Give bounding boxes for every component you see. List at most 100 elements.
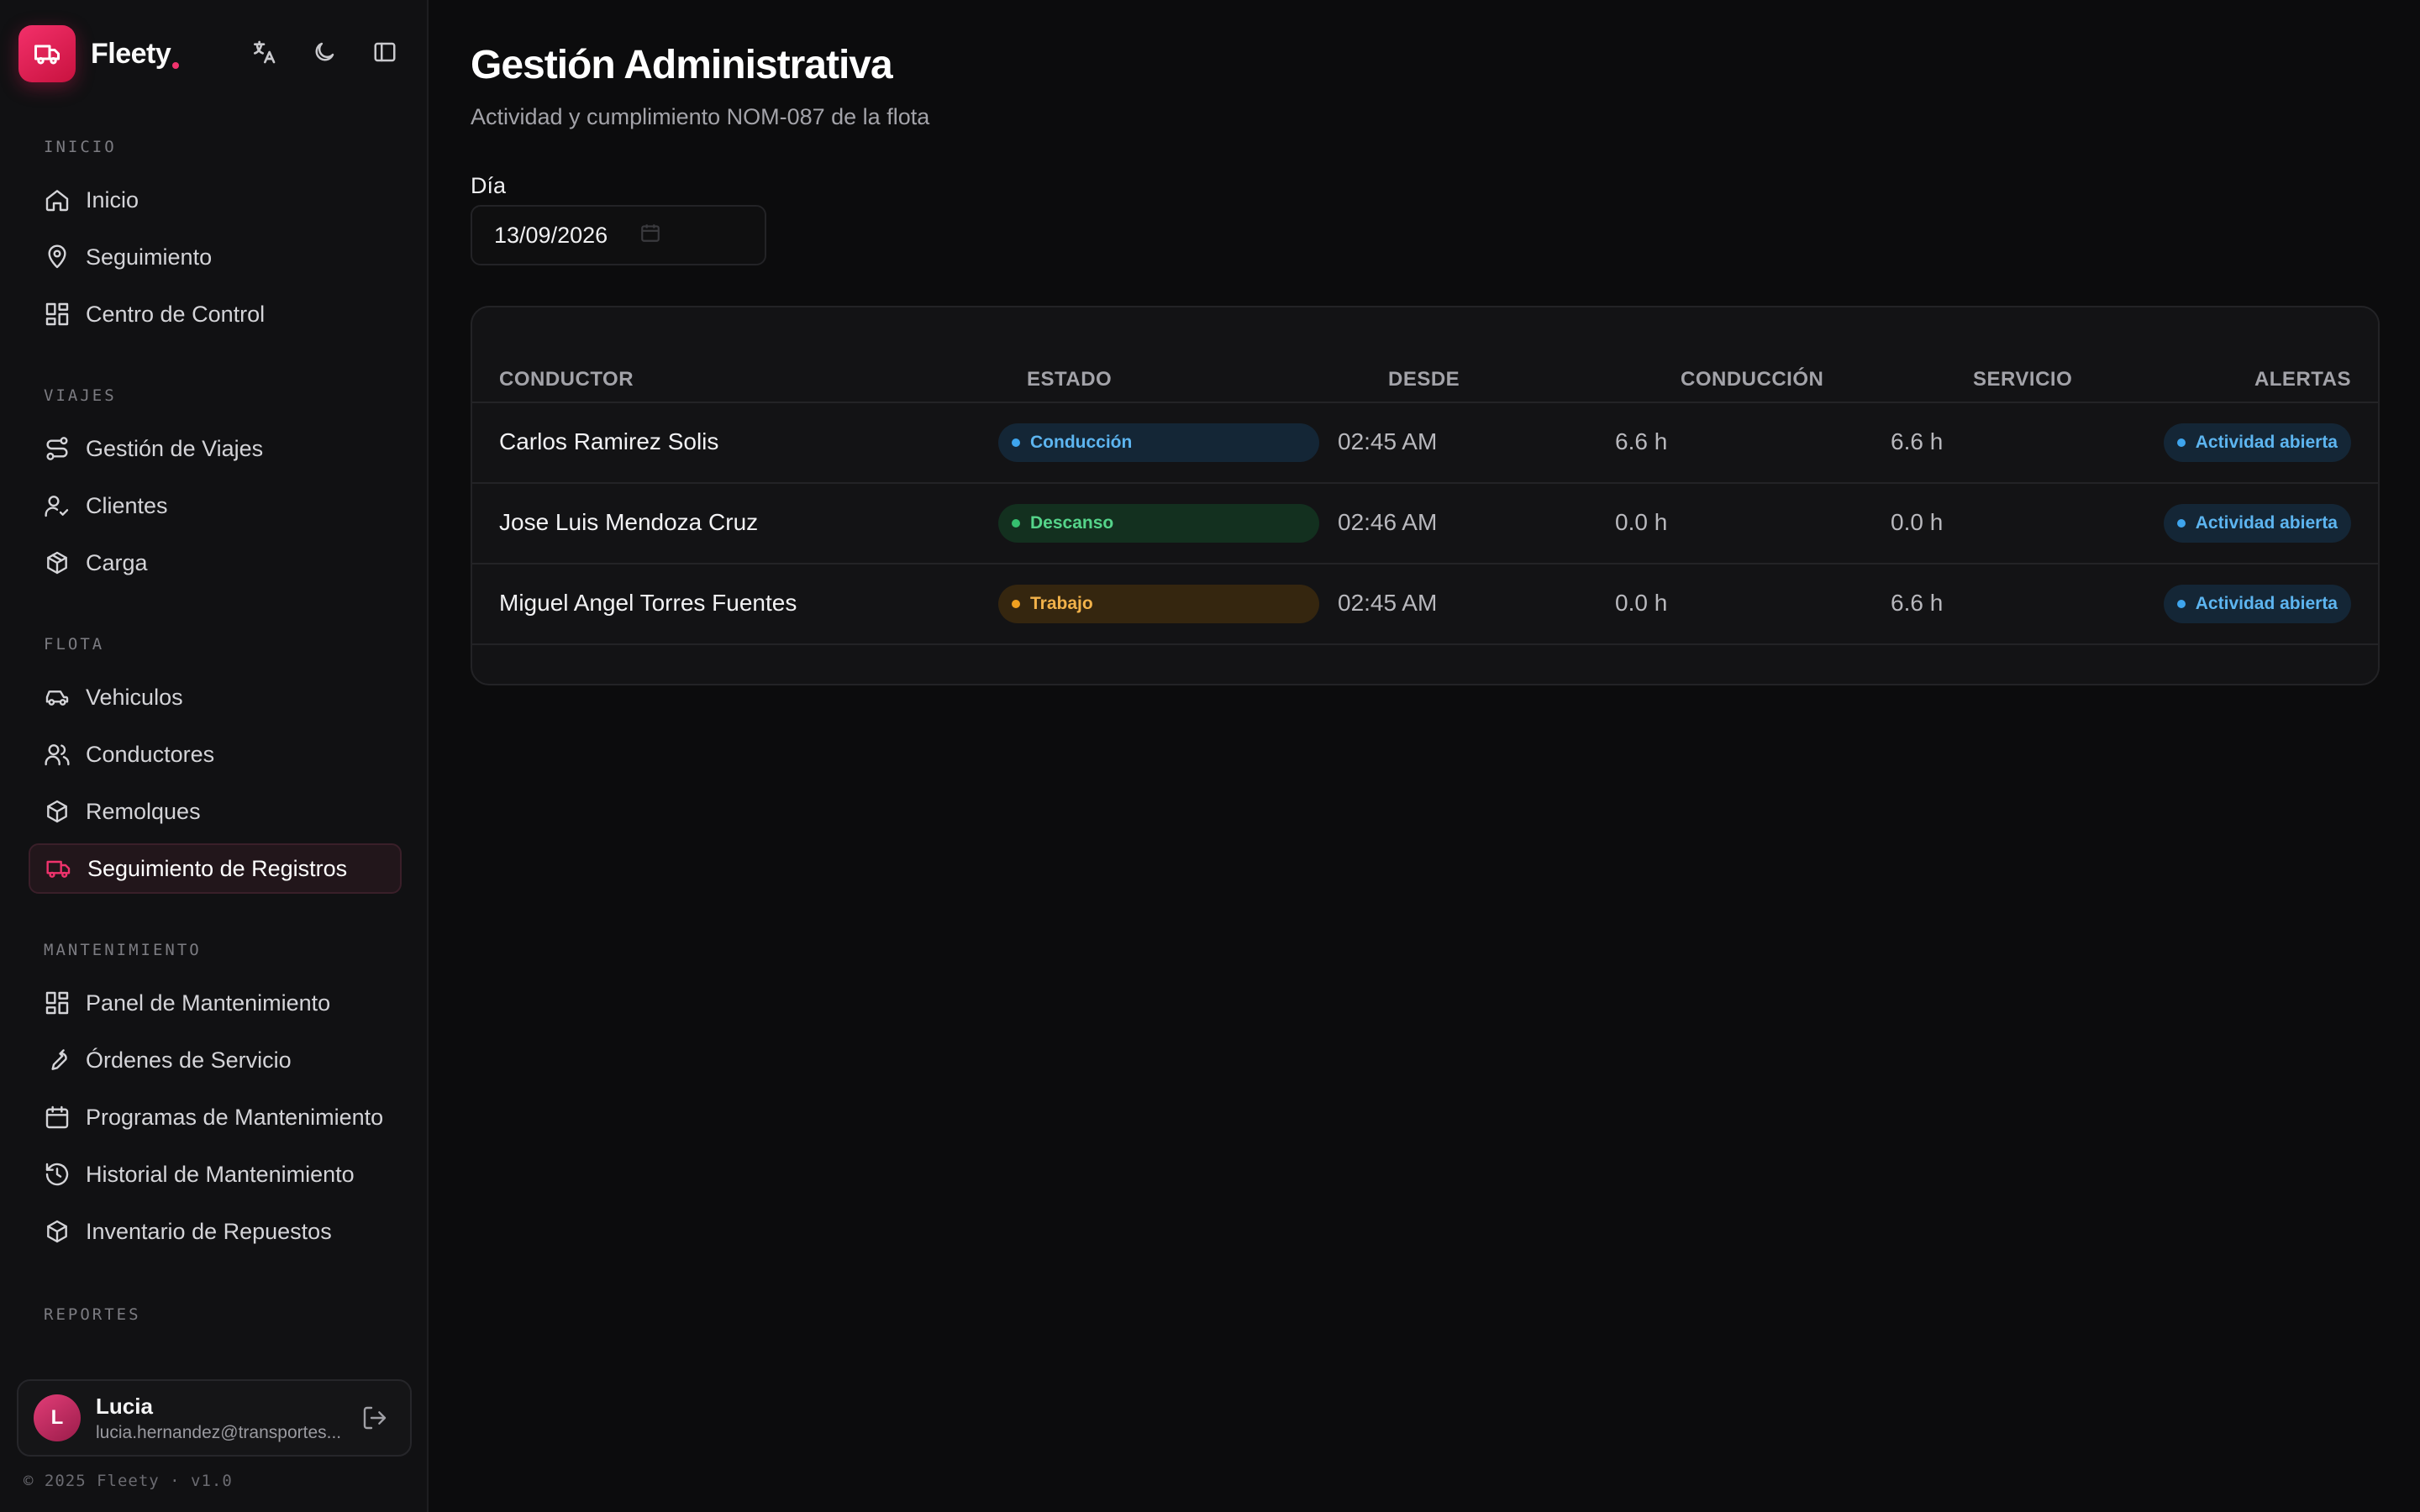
column-header-conduccion: CONDUCCIÓN	[1681, 368, 1824, 391]
box-icon	[47, 800, 67, 823]
sidebar-item-remolques[interactable]: Remolques	[29, 786, 402, 837]
sidebar-item-conductores[interactable]: Conductores	[29, 729, 402, 780]
date-input[interactable]: 13/09/2026	[471, 205, 766, 265]
wrench-icon	[51, 1049, 67, 1070]
table-row[interactable]: Miguel Angel Torres Fuentes Trabajo 02:4…	[472, 564, 2378, 645]
column-header-desde: DESDE	[1388, 368, 1460, 391]
sidebar-item-label: Inicio	[86, 186, 139, 213]
conductor-cell: Jose Luis Mendoza Cruz	[499, 509, 759, 535]
car-icon	[45, 690, 69, 706]
sidebar-item-label: Historial de Mantenimiento	[86, 1161, 355, 1187]
users-icon	[45, 744, 70, 766]
table-header: CONDUCTOR ESTADO DESDE CONDUCCIÓN SERVIC…	[472, 358, 2378, 403]
sidebar-item-clientes[interactable]: Clientes	[29, 480, 402, 531]
desde-cell: 02:46 AM	[1338, 509, 1438, 535]
sidebar-item-label: Centro de Control	[86, 301, 266, 327]
home-icon	[45, 190, 69, 212]
route-icon	[46, 437, 68, 460]
section-label-viajes: VIAJES	[44, 386, 117, 405]
dashboard-icon	[45, 302, 69, 326]
page-subtitle: Actividad y cumplimiento NOM-087 de la f…	[471, 104, 930, 129]
sidebar-item-ordenes-de-servicio[interactable]: Órdenes de Servicio	[29, 1035, 402, 1085]
sidebar-item-label: Remolques	[86, 798, 201, 824]
column-header-conductor: CONDUCTOR	[499, 368, 634, 391]
page-title: Gestión Administrativa	[471, 43, 893, 87]
history-icon	[45, 1163, 69, 1186]
sidebar-item-gestion-de-viajes[interactable]: Gestión de Viajes	[29, 423, 402, 474]
sidebar-item-label: Órdenes de Servicio	[86, 1047, 292, 1073]
desde-cell: 02:45 AM	[1338, 590, 1438, 616]
sidebar-item-label: Gestión de Viajes	[86, 435, 264, 461]
section-label-flota: FLOTA	[44, 635, 105, 654]
user-name: Lucia	[96, 1393, 153, 1419]
drivers-table: CONDUCTOR ESTADO DESDE CONDUCCIÓN SERVIC…	[471, 306, 2380, 685]
alert-badge: Actividad abierta	[2163, 423, 2351, 462]
sidebar-item-vehiculos[interactable]: Vehiculos	[29, 672, 402, 722]
brand-name: Fleety	[91, 38, 180, 71]
truck-logo-icon	[18, 25, 76, 82]
sidebar-item-programas-de-mantenimiento[interactable]: Programas de Mantenimiento	[29, 1092, 402, 1142]
sidebar-toolbar	[249, 37, 400, 67]
desde-cell: 02:45 AM	[1338, 428, 1438, 454]
sidebar-item-historial-de-mantenimiento[interactable]: Historial de Mantenimiento	[29, 1149, 402, 1200]
sidebar-item-inicio[interactable]: Inicio	[29, 175, 402, 225]
logout-icon[interactable]	[361, 1404, 388, 1436]
alert-dot	[2176, 600, 2186, 608]
section-label-reportes: REPORTES	[44, 1305, 141, 1324]
user-check-icon	[45, 496, 69, 517]
servicio-cell: 0.0 h	[1891, 509, 1944, 535]
sidebar: Fleety INICIO Inicio Seguimiento Centro …	[0, 0, 429, 1512]
sidebar-item-carga[interactable]: Carga	[29, 538, 402, 588]
table-row[interactable]: Jose Luis Mendoza Cruz Descanso 02:46 AM…	[472, 484, 2378, 564]
sidebar-item-label: Carga	[86, 549, 148, 575]
alert-badge: Actividad abierta	[2163, 504, 2351, 543]
alert-dot	[2176, 519, 2186, 528]
sidebar-item-label: Inventario de Repuestos	[86, 1218, 332, 1244]
date-label: Día	[471, 173, 507, 198]
conductor-cell: Miguel Angel Torres Fuentes	[499, 590, 797, 616]
table-row[interactable]: Carlos Ramirez Solis Conducción 02:45 AM…	[472, 403, 2378, 484]
conductor-cell: Carlos Ramirez Solis	[499, 428, 719, 454]
brand[interactable]: Fleety	[18, 25, 180, 82]
section-label-inicio: INICIO	[44, 138, 117, 156]
translate-icon[interactable]	[249, 37, 279, 67]
user-card[interactable]: L Lucia lucia.hernandez@transportes...	[17, 1379, 412, 1457]
date-value: 13/09/2026	[494, 222, 608, 248]
status-dot	[1012, 519, 1020, 528]
main-content: Gestión Administrativa Actividad y cumpl…	[429, 0, 2420, 1512]
box-icon	[47, 1220, 67, 1243]
sidebar-item-label: Seguimiento	[86, 244, 213, 270]
alert-badge: Actividad abierta	[2163, 585, 2351, 623]
sidebar-item-label: Programas de Mantenimiento	[86, 1104, 384, 1130]
status-dot	[1012, 600, 1020, 608]
sidebar-item-centro-de-control[interactable]: Centro de Control	[29, 289, 402, 339]
sidebar-item-label: Conductores	[86, 741, 215, 767]
servicio-cell: 6.6 h	[1891, 590, 1944, 616]
conduccion-cell: 0.0 h	[1615, 509, 1668, 535]
servicio-cell: 6.6 h	[1891, 428, 1944, 454]
status-badge: Trabajo	[998, 585, 1319, 623]
column-header-servicio: SERVICIO	[1973, 368, 2073, 391]
copyright: © 2025 Fleety · v1.0	[24, 1472, 233, 1490]
status-badge: Descanso	[998, 504, 1319, 543]
column-header-estado: ESTADO	[1027, 368, 1113, 391]
sidebar-item-seguimiento-de-registros[interactable]: Seguimiento de Registros	[29, 843, 402, 894]
moon-icon[interactable]	[309, 37, 339, 67]
sidebar-item-label: Clientes	[86, 492, 168, 518]
conduccion-cell: 6.6 h	[1615, 428, 1668, 454]
sidebar-item-inventario-de-repuestos[interactable]: Inventario de Repuestos	[29, 1206, 402, 1257]
conduccion-cell: 0.0 h	[1615, 590, 1668, 616]
truck-icon	[46, 860, 71, 878]
sidebar-item-panel-de-mantenimiento[interactable]: Panel de Mantenimiento	[29, 978, 402, 1028]
calendar-icon	[45, 1105, 69, 1129]
sidebar-item-label: Vehiculos	[86, 684, 183, 710]
sidebar-item-label: Panel de Mantenimiento	[86, 990, 331, 1016]
sidebar-item-seguimiento[interactable]: Seguimiento	[29, 232, 402, 282]
sidebar-item-label: Seguimiento de Registros	[87, 855, 348, 881]
sidebar-toggle-icon[interactable]	[370, 37, 400, 67]
calendar-icon[interactable]	[639, 222, 661, 249]
dashboard-icon	[45, 991, 69, 1015]
status-badge: Conducción	[998, 423, 1319, 462]
package-icon	[47, 551, 67, 575]
section-label-mantenimiento: MANTENIMIENTO	[44, 941, 202, 959]
